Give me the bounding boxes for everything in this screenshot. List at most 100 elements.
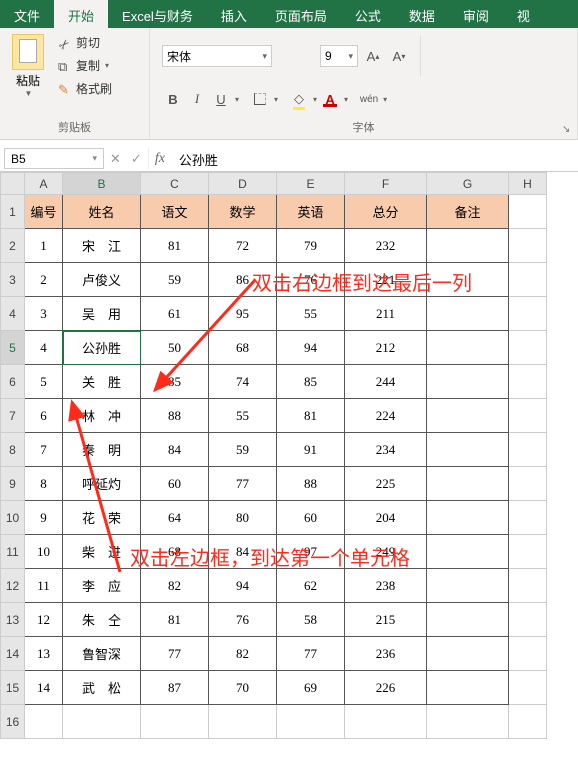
cell[interactable]: 林 冲: [63, 399, 141, 433]
cell[interactable]: [427, 263, 509, 297]
format-painter-button[interactable]: ✎ 格式刷: [54, 78, 116, 99]
confirm-icon[interactable]: ✓: [131, 151, 142, 167]
cell[interactable]: [427, 569, 509, 603]
cell[interactable]: [509, 467, 547, 501]
cell[interactable]: 88: [141, 399, 209, 433]
cell[interactable]: 50: [141, 331, 209, 365]
header-chinese[interactable]: 语文: [141, 195, 209, 229]
cell[interactable]: 221: [345, 263, 427, 297]
cell[interactable]: 76: [209, 603, 277, 637]
row-header-14[interactable]: 14: [1, 637, 25, 671]
fill-color-button[interactable]: ◇: [288, 88, 310, 110]
col-header-B[interactable]: B: [63, 173, 141, 195]
cell[interactable]: 232: [345, 229, 427, 263]
cell[interactable]: 87: [141, 671, 209, 705]
cell[interactable]: 64: [141, 501, 209, 535]
header-math[interactable]: 数学: [209, 195, 277, 229]
cell[interactable]: 62: [277, 569, 345, 603]
cut-button[interactable]: ✂ 剪切: [54, 32, 116, 53]
cell[interactable]: 244: [345, 365, 427, 399]
cancel-icon[interactable]: ✕: [110, 151, 121, 167]
header-id[interactable]: 编号: [25, 195, 63, 229]
cell[interactable]: 13: [25, 637, 63, 671]
font-name-select[interactable]: 宋体 ▾: [162, 45, 272, 67]
cell[interactable]: 10: [25, 535, 63, 569]
cell[interactable]: 74: [209, 365, 277, 399]
tab-formulas[interactable]: 公式: [341, 0, 395, 28]
cell[interactable]: 59: [209, 433, 277, 467]
cell[interactable]: [427, 331, 509, 365]
cell[interactable]: [509, 501, 547, 535]
select-all-corner[interactable]: [1, 173, 25, 195]
font-size-select[interactable]: 9 ▾: [320, 45, 358, 67]
cell[interactable]: [427, 671, 509, 705]
cell[interactable]: 3: [25, 297, 63, 331]
row-header-8[interactable]: 8: [1, 433, 25, 467]
cell[interactable]: 6: [25, 399, 63, 433]
cell[interactable]: 8: [25, 467, 63, 501]
cell[interactable]: 224: [345, 399, 427, 433]
cell[interactable]: 84: [141, 433, 209, 467]
phonetic-button[interactable]: wén: [358, 88, 380, 110]
cell[interactable]: 249: [345, 535, 427, 569]
cell[interactable]: 85: [141, 365, 209, 399]
cell[interactable]: 81: [141, 603, 209, 637]
cell[interactable]: 236: [345, 637, 427, 671]
cell[interactable]: 朱 仝: [63, 603, 141, 637]
cell[interactable]: [509, 569, 547, 603]
cell[interactable]: 11: [25, 569, 63, 603]
cell[interactable]: 68: [141, 535, 209, 569]
cell[interactable]: [427, 467, 509, 501]
row-header-9[interactable]: 9: [1, 467, 25, 501]
cell[interactable]: 呼延灼: [63, 467, 141, 501]
italic-button[interactable]: I: [186, 88, 208, 110]
cell[interactable]: 215: [345, 603, 427, 637]
cell[interactable]: [345, 705, 427, 739]
header-name[interactable]: 姓名: [63, 195, 141, 229]
cell[interactable]: 204: [345, 501, 427, 535]
cell[interactable]: 82: [141, 569, 209, 603]
cell[interactable]: [427, 705, 509, 739]
cell[interactable]: [427, 637, 509, 671]
cell[interactable]: 卢俊义: [63, 263, 141, 297]
font-color-button[interactable]: A: [319, 88, 341, 110]
tab-home[interactable]: 开始: [54, 0, 108, 28]
cell[interactable]: 公孙胜: [63, 331, 141, 365]
cell[interactable]: 14: [25, 671, 63, 705]
row-header-3[interactable]: 3: [1, 263, 25, 297]
row-header-5[interactable]: 5: [1, 331, 25, 365]
cell[interactable]: 4: [25, 331, 63, 365]
row-header-2[interactable]: 2: [1, 229, 25, 263]
border-button[interactable]: [249, 88, 271, 110]
tab-review[interactable]: 审阅: [449, 0, 503, 28]
cell[interactable]: 77: [277, 637, 345, 671]
cell[interactable]: 211: [345, 297, 427, 331]
cell[interactable]: [509, 705, 547, 739]
cell[interactable]: 76: [277, 263, 345, 297]
dialog-launcher-icon[interactable]: ↘: [562, 124, 574, 136]
cell[interactable]: 94: [209, 569, 277, 603]
cell[interactable]: 秦 明: [63, 433, 141, 467]
row-header-10[interactable]: 10: [1, 501, 25, 535]
cell[interactable]: 85: [277, 365, 345, 399]
cell[interactable]: 81: [141, 229, 209, 263]
cell[interactable]: [427, 399, 509, 433]
decrease-font-button[interactable]: A▾: [388, 45, 410, 67]
cell[interactable]: 212: [345, 331, 427, 365]
row-header-13[interactable]: 13: [1, 603, 25, 637]
cell[interactable]: 花 荣: [63, 501, 141, 535]
cell[interactable]: [509, 603, 547, 637]
tab-page-layout[interactable]: 页面布局: [261, 0, 341, 28]
cell[interactable]: [509, 195, 547, 229]
paste-button[interactable]: 粘贴 ▼: [6, 32, 50, 98]
cell[interactable]: 70: [209, 671, 277, 705]
cell[interactable]: [427, 365, 509, 399]
col-header-A[interactable]: A: [25, 173, 63, 195]
cell[interactable]: 李 应: [63, 569, 141, 603]
increase-font-button[interactable]: A▴: [362, 45, 384, 67]
cell[interactable]: 宋 江: [63, 229, 141, 263]
row-header-1[interactable]: 1: [1, 195, 25, 229]
cell[interactable]: [509, 331, 547, 365]
cell[interactable]: 77: [209, 467, 277, 501]
cell[interactable]: 79: [277, 229, 345, 263]
